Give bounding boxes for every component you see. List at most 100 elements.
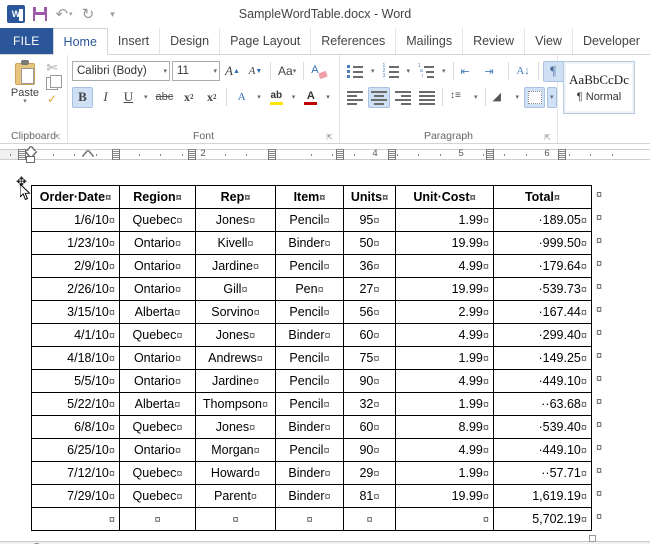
table-cell[interactable]: Pencil¤ (275, 369, 344, 393)
clipboard-dialog-launcher[interactable]: ⇱ (54, 133, 61, 142)
table-cell[interactable]: Binder¤ (275, 323, 344, 347)
table-cell[interactable]: 2.99¤ (395, 300, 494, 324)
table-cell[interactable]: 19.99¤ (395, 484, 494, 508)
table-cell[interactable]: 4.99¤ (395, 369, 494, 393)
table-cell[interactable]: Binder¤ (275, 231, 344, 255)
undo-icon[interactable]: ↶ ▾ (53, 3, 75, 25)
table-cell[interactable]: 7/29/10¤ (31, 484, 120, 508)
table-cell[interactable]: Jones¤ (195, 415, 276, 439)
column-header-region[interactable]: Region¤ (119, 185, 196, 209)
strikethrough-icon[interactable]: abc (153, 87, 177, 108)
table-cell[interactable]: 5,702.19¤ (493, 507, 592, 531)
table-cell[interactable]: Pen¤ (275, 277, 344, 301)
table-cell[interactable]: 2/26/10¤ (31, 277, 120, 301)
table-column-marker[interactable] (18, 149, 26, 160)
bullets-icon[interactable] (344, 61, 366, 82)
tab-view[interactable]: View (525, 28, 573, 54)
table-cell[interactable]: 1.99¤ (395, 208, 494, 232)
table-cell[interactable]: ·299.40¤ (493, 323, 592, 347)
table-cell[interactable]: 90¤ (343, 438, 396, 462)
font-dialog-launcher[interactable]: ⇱ (326, 133, 333, 142)
data-table[interactable]: Order·Date¤ Region¤ Rep¤ Item¤ Units¤ Un… (31, 185, 592, 531)
borders-dropdown-icon[interactable]: ▾ (547, 86, 557, 108)
table-cell[interactable]: Jardine¤ (195, 369, 276, 393)
line-spacing-dropdown-icon[interactable]: ▾ (471, 87, 481, 108)
table-cell[interactable]: Andrews¤ (195, 346, 276, 370)
tab-file[interactable]: FILE (0, 28, 53, 54)
table-cell[interactable]: 1.99¤ (395, 461, 494, 485)
numbering-icon[interactable]: 123 (380, 61, 402, 82)
increase-indent-icon[interactable]: ⇥ (482, 61, 504, 82)
table-cell[interactable]: Ontario¤ (119, 438, 196, 462)
table-cell[interactable]: ·189.05¤ (493, 208, 592, 232)
underline-icon[interactable]: U (118, 87, 139, 108)
table-cell[interactable]: ¤ (195, 507, 276, 531)
style-normal[interactable]: AaBbCcDc ¶ Normal (563, 61, 635, 114)
table-cell[interactable]: 8.99¤ (395, 415, 494, 439)
table-cell[interactable]: 1,619.19¤ (493, 484, 592, 508)
table-cell[interactable]: 6/8/10¤ (31, 415, 120, 439)
table-cell[interactable]: 4.99¤ (395, 323, 494, 347)
table-cell[interactable]: Howard¤ (195, 461, 276, 485)
table-cell[interactable]: Jones¤ (195, 208, 276, 232)
tab-design[interactable]: Design (160, 28, 221, 54)
table-cell[interactable]: 60¤ (343, 415, 396, 439)
multilevel-list-icon[interactable]: 1ai (415, 61, 437, 82)
multilevel-dropdown-icon[interactable]: ▾ (439, 61, 449, 82)
align-left-icon[interactable] (344, 87, 366, 108)
shading-dropdown-icon[interactable]: ▾ (513, 87, 523, 108)
table-cell[interactable]: 81¤ (343, 484, 396, 508)
copy-icon[interactable] (46, 75, 62, 90)
table-cell[interactable]: Pencil¤ (275, 346, 344, 370)
table-cell[interactable]: Morgan¤ (195, 438, 276, 462)
cut-icon[interactable]: ✄ (47, 61, 58, 74)
save-icon[interactable] (29, 3, 51, 25)
table-cell[interactable]: ¤ (119, 507, 196, 531)
tab-references[interactable]: References (311, 28, 397, 54)
table-cell[interactable]: 5/5/10¤ (31, 369, 120, 393)
table-cell[interactable]: Jardine¤ (195, 254, 276, 278)
table-cell[interactable]: Ontario¤ (119, 231, 196, 255)
sort-icon[interactable]: A↓ (513, 61, 534, 82)
table-cell[interactable]: Kivell¤ (195, 231, 276, 255)
table-column-marker[interactable] (388, 149, 396, 160)
redo-icon[interactable]: ↻ (77, 3, 99, 25)
table-cell[interactable]: 36¤ (343, 254, 396, 278)
table-cell[interactable]: 1.99¤ (395, 392, 494, 416)
table-cell[interactable]: Ontario¤ (119, 346, 196, 370)
table-cell[interactable]: 56¤ (343, 300, 396, 324)
table-cell[interactable]: Pencil¤ (275, 254, 344, 278)
table-cell[interactable]: 19.99¤ (395, 277, 494, 301)
table-cell[interactable]: 60¤ (343, 323, 396, 347)
customize-qat-icon[interactable]: ▾ (101, 3, 123, 25)
justify-icon[interactable] (416, 87, 438, 108)
table-cell[interactable]: ¤ (31, 507, 120, 531)
italic-icon[interactable]: I (95, 87, 116, 108)
table-column-marker[interactable] (188, 149, 196, 160)
shading-icon[interactable]: ◢ (490, 87, 511, 108)
table-cell[interactable]: 1/23/10¤ (31, 231, 120, 255)
table-cell[interactable]: ·999.50¤ (493, 231, 592, 255)
table-cell[interactable]: ·179.64¤ (493, 254, 592, 278)
table-cell[interactable]: 75¤ (343, 346, 396, 370)
paragraph-dialog-launcher[interactable]: ⇱ (544, 133, 551, 142)
horizontal-ruler[interactable]: 12456 (0, 144, 650, 166)
table-cell[interactable]: 2/9/10¤ (31, 254, 120, 278)
table-cell[interactable]: Ontario¤ (119, 277, 196, 301)
line-spacing-icon[interactable]: ↕≡ (447, 87, 469, 108)
table-cell[interactable]: ·449.10¤ (493, 438, 592, 462)
column-header-order-date[interactable]: Order·Date¤ (31, 185, 120, 209)
table-cell[interactable]: 4.99¤ (395, 438, 494, 462)
font-name-combobox[interactable]: Calibri (Body) ▾ (72, 61, 170, 81)
tab-page-layout[interactable]: Page Layout (220, 28, 312, 54)
table-cell[interactable]: Binder¤ (275, 415, 344, 439)
table-resize-handle[interactable] (589, 535, 596, 542)
table-cell[interactable]: Jones¤ (195, 323, 276, 347)
table-cell[interactable]: ·539.40¤ (493, 415, 592, 439)
table-cell[interactable]: Quebec¤ (119, 484, 196, 508)
table-cell[interactable]: ··63.68¤ (493, 392, 592, 416)
font-color-dropdown-icon[interactable]: ▾ (323, 87, 333, 108)
table-cell[interactable]: 4.99¤ (395, 254, 494, 278)
format-painter-icon[interactable]: ✓ (47, 93, 57, 105)
grow-font-icon[interactable]: A ▲ (222, 61, 243, 82)
